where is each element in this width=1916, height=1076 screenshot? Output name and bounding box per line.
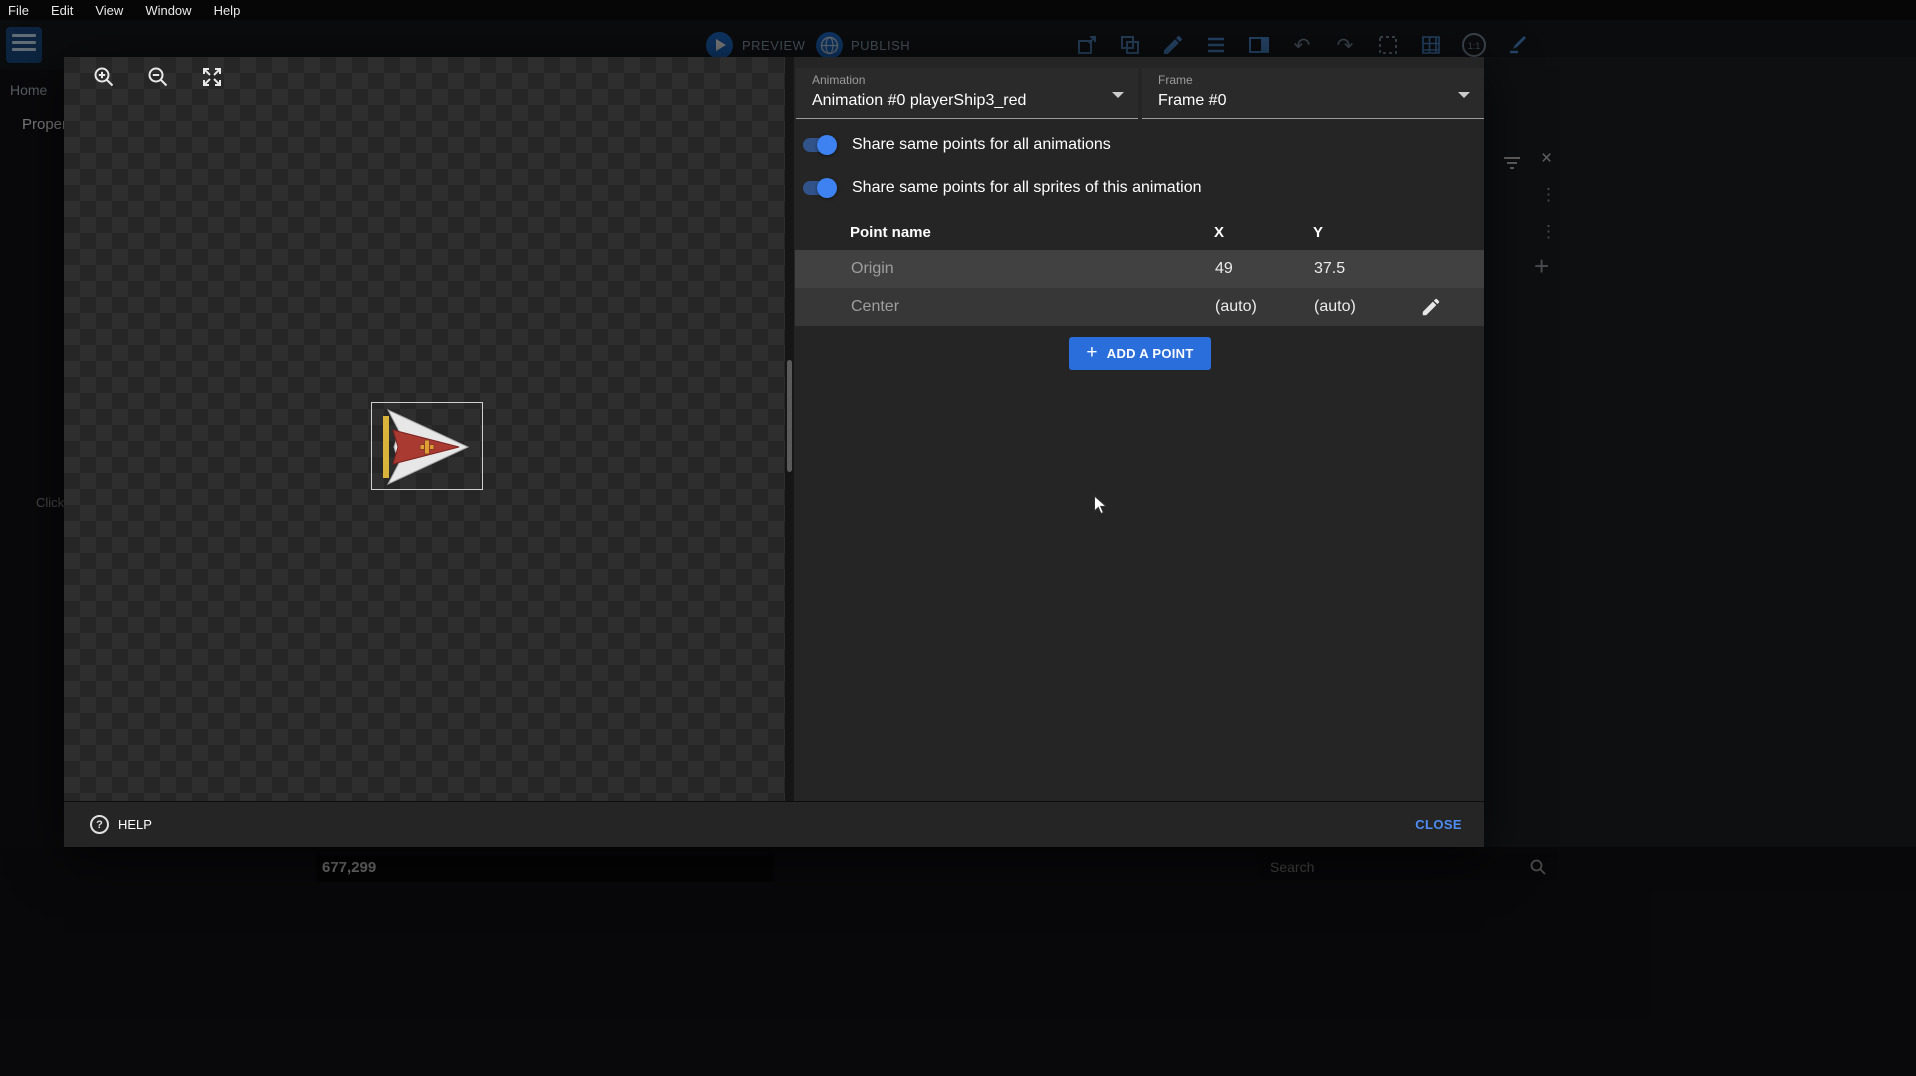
plus-icon: + <box>1086 343 1097 362</box>
help-button[interactable]: ? HELP <box>84 814 158 835</box>
close-button[interactable]: CLOSE <box>1409 816 1468 833</box>
animation-select[interactable]: Animation Animation #0 playerShip3_red <box>796 68 1138 119</box>
toggle-label: Share same points for all animations <box>852 136 1111 154</box>
zoom-in-icon[interactable] <box>92 65 116 89</box>
menu-help[interactable]: Help <box>203 3 252 18</box>
zoom-out-icon[interactable] <box>146 65 170 89</box>
share-points-sprites-row: Share same points for all sprites of thi… <box>801 178 1202 198</box>
menu-file[interactable]: File <box>8 3 40 18</box>
share-points-animations-toggle[interactable] <box>801 135 837 155</box>
canvas-toolbar <box>92 65 224 89</box>
dialog-body: Animation Animation #0 playerShip3_red F… <box>64 57 1484 801</box>
scrollbar-thumb[interactable] <box>787 360 792 472</box>
frame-select[interactable]: Frame Frame #0 <box>1142 68 1484 119</box>
point-name: Origin <box>851 250 894 288</box>
menu-edit[interactable]: Edit <box>40 3 84 18</box>
share-points-sprites-toggle[interactable] <box>801 178 837 198</box>
point-x-value[interactable]: (auto) <box>1215 288 1257 326</box>
selector-row: Animation Animation #0 playerShip3_red F… <box>796 68 1484 119</box>
header-point-name: Point name <box>850 224 931 241</box>
point-name: Center <box>851 288 899 326</box>
sprite-frame-box[interactable] <box>371 402 483 490</box>
animation-select-value: Animation #0 playerShip3_red <box>812 92 1138 110</box>
point-y-value[interactable]: (auto) <box>1314 288 1356 326</box>
frame-select-label: Frame <box>1158 73 1484 87</box>
points-table-header: Point name X Y <box>794 224 1484 250</box>
canvas-scrollbar[interactable] <box>785 57 794 801</box>
header-x: X <box>1214 224 1224 241</box>
header-y: Y <box>1313 224 1323 241</box>
add-point-label: ADD A POINT <box>1107 346 1194 361</box>
dialog-footer: ? HELP CLOSE <box>64 801 1484 847</box>
points-panel: Animation Animation #0 playerShip3_red F… <box>794 57 1484 801</box>
share-points-animations-row: Share same points for all animations <box>801 135 1111 155</box>
frame-select-value: Frame #0 <box>1158 92 1484 110</box>
fit-to-screen-icon[interactable] <box>200 65 224 89</box>
point-y-value[interactable]: 37.5 <box>1314 250 1345 288</box>
point-x-value[interactable]: 49 <box>1215 250 1233 288</box>
toggle-label: Share same points for all sprites of thi… <box>852 179 1202 197</box>
table-row-center[interactable]: Center (auto) (auto) <box>795 288 1484 326</box>
animation-select-label: Animation <box>812 73 1138 87</box>
player-ship-sprite <box>372 403 484 491</box>
chevron-down-icon <box>1458 92 1470 98</box>
edit-points-dialog: Animation Animation #0 playerShip3_red F… <box>64 57 1484 847</box>
menu-bar: File Edit View Window Help <box>0 0 1916 20</box>
add-point-button[interactable]: + ADD A POINT <box>1069 337 1211 370</box>
chevron-down-icon <box>1112 92 1124 98</box>
edit-point-icon[interactable] <box>1420 295 1444 319</box>
sprite-canvas[interactable] <box>64 57 785 801</box>
menu-window[interactable]: Window <box>134 3 202 18</box>
help-icon: ? <box>90 815 109 834</box>
help-label: HELP <box>118 817 152 832</box>
menu-view[interactable]: View <box>84 3 134 18</box>
table-row-origin[interactable]: Origin 49 37.5 <box>795 250 1484 288</box>
